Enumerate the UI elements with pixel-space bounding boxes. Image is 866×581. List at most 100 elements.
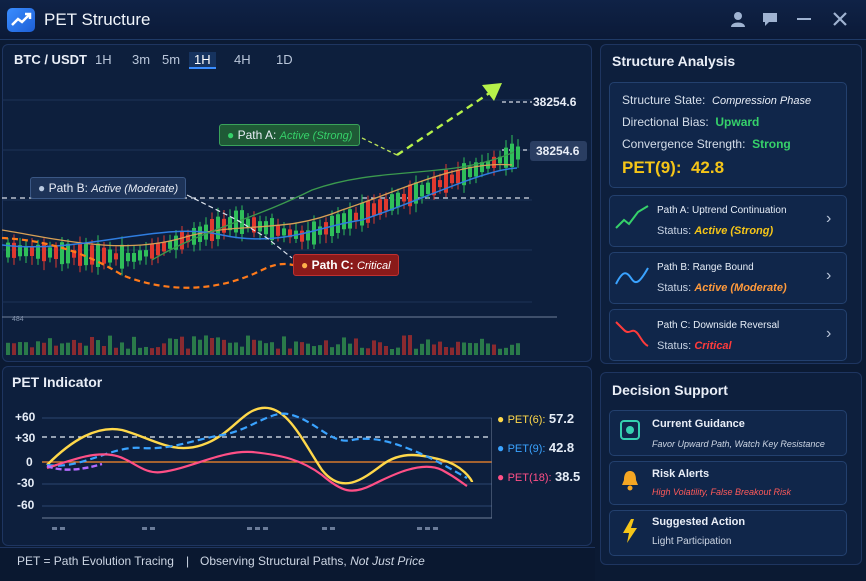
volume-bar <box>18 342 22 355</box>
candle-body <box>312 221 316 245</box>
y-tick-30: +30 <box>15 431 36 445</box>
indicator-title: PET Indicator <box>12 374 103 390</box>
candlestick-chart[interactable]: 484 <box>2 70 592 360</box>
user-icon[interactable] <box>727 10 749 30</box>
volume-bar <box>468 342 472 355</box>
lightning-icon <box>623 519 637 543</box>
volume-bar <box>204 335 208 355</box>
volume-bar <box>396 347 400 355</box>
volume-bar <box>420 343 424 355</box>
candle-body <box>420 184 424 197</box>
suggested-action-title: Suggested Action <box>652 516 746 528</box>
volume-bar <box>84 345 88 355</box>
volume-bar <box>348 343 352 355</box>
candle-body <box>192 227 196 245</box>
candle-body <box>54 246 58 259</box>
candle-body <box>510 143 514 168</box>
candle-body <box>156 242 160 256</box>
volume-bar <box>78 342 82 355</box>
candle-body <box>210 219 214 241</box>
y-tick-neg60: -60 <box>17 498 35 512</box>
volume-bar <box>510 344 514 355</box>
volume-bar <box>330 347 334 355</box>
candle-body <box>342 213 346 230</box>
candle-body <box>132 253 136 262</box>
volume-bar <box>456 341 460 355</box>
volume-bar <box>156 347 160 355</box>
tab-4h[interactable]: 4H <box>234 52 251 67</box>
volume-bar <box>414 348 418 355</box>
candle-body <box>384 198 388 211</box>
pet6-line <box>46 406 474 485</box>
pet9-line <box>46 412 468 479</box>
candle-body <box>426 182 430 194</box>
uptrend-icon <box>615 205 649 229</box>
volume-bar <box>126 348 130 355</box>
chat-icon[interactable] <box>759 10 781 30</box>
path-b-label[interactable]: ● Path B: Active (Moderate) <box>30 177 187 199</box>
volume-bar <box>222 339 226 355</box>
candle-body <box>318 226 322 235</box>
path-a-arrow-head <box>482 83 502 101</box>
volume-bar <box>498 348 502 355</box>
volume-bar <box>240 346 244 355</box>
path-a-chevron-icon[interactable]: › <box>826 210 831 228</box>
guidance-text: Favor Upward Path, Watch Key Resistance <box>652 439 825 449</box>
close-icon[interactable] <box>829 10 851 30</box>
candle-body <box>264 221 268 235</box>
risk-alerts-title: Risk Alerts <box>652 468 710 480</box>
tab-1h[interactable]: 1H <box>189 52 216 69</box>
current-price-tag: 38254.6 <box>530 141 587 161</box>
path-c-label[interactable]: ● Path C: Critical <box>293 254 399 276</box>
path-b-chevron-icon[interactable]: › <box>826 267 831 285</box>
volume-bar <box>492 344 496 355</box>
volume-bar <box>372 340 376 355</box>
candle-body <box>396 192 400 208</box>
volume-bar <box>294 341 298 355</box>
guidance-card[interactable] <box>609 410 847 456</box>
volume-bar <box>186 348 190 355</box>
candle-body <box>108 249 112 263</box>
volume-bar <box>342 337 346 355</box>
candle-body <box>276 225 280 236</box>
path-c-card-title: Path C: Downside Reversal <box>657 320 780 331</box>
volume-bar <box>312 346 316 355</box>
path-a-label[interactable]: ● Path A: Active (Strong) <box>219 124 361 146</box>
candle-body <box>354 212 358 221</box>
volume-bar <box>12 343 16 355</box>
volume-bar <box>462 342 466 355</box>
candle-body <box>48 247 52 258</box>
volume-bar <box>36 341 40 355</box>
tab-5m[interactable]: 5m <box>162 52 180 67</box>
candle-body <box>438 180 442 188</box>
volume-bar <box>132 336 136 355</box>
minimize-icon[interactable] <box>793 10 815 30</box>
candle-body <box>360 202 364 226</box>
app-logo-icon <box>7 8 35 32</box>
volume-bar <box>450 347 454 355</box>
volume-bar <box>480 338 484 355</box>
tab-1h-left[interactable]: 1H <box>95 52 112 67</box>
volume-bar <box>288 348 292 355</box>
pet-indicator-chart[interactable] <box>42 400 492 535</box>
candle-body <box>456 169 460 184</box>
tab-3m[interactable]: 3m <box>132 52 150 67</box>
path-a-card-title: Path A: Uptrend Continuation <box>657 205 787 216</box>
volume-bar <box>102 345 106 355</box>
downside-reversal-icon <box>615 321 649 347</box>
convergence-strength: Convergence Strength: Strong <box>622 137 791 151</box>
y-tick-0: 0 <box>26 455 33 469</box>
candle-body <box>12 242 16 258</box>
footer-separator: | <box>186 554 190 568</box>
legend-pet9: ● PET(9): 42.8 <box>497 440 575 455</box>
volume-bar <box>144 346 148 355</box>
tab-1d[interactable]: 1D <box>276 52 293 67</box>
risk-alerts-card[interactable] <box>609 461 847 505</box>
candle-body <box>126 252 130 262</box>
path-c-chevron-icon[interactable]: › <box>826 325 831 343</box>
volume-bar <box>168 338 172 355</box>
volume-bar <box>252 339 256 355</box>
volume-bar <box>384 345 388 355</box>
candle-body <box>402 193 406 202</box>
candle-body <box>180 231 184 250</box>
